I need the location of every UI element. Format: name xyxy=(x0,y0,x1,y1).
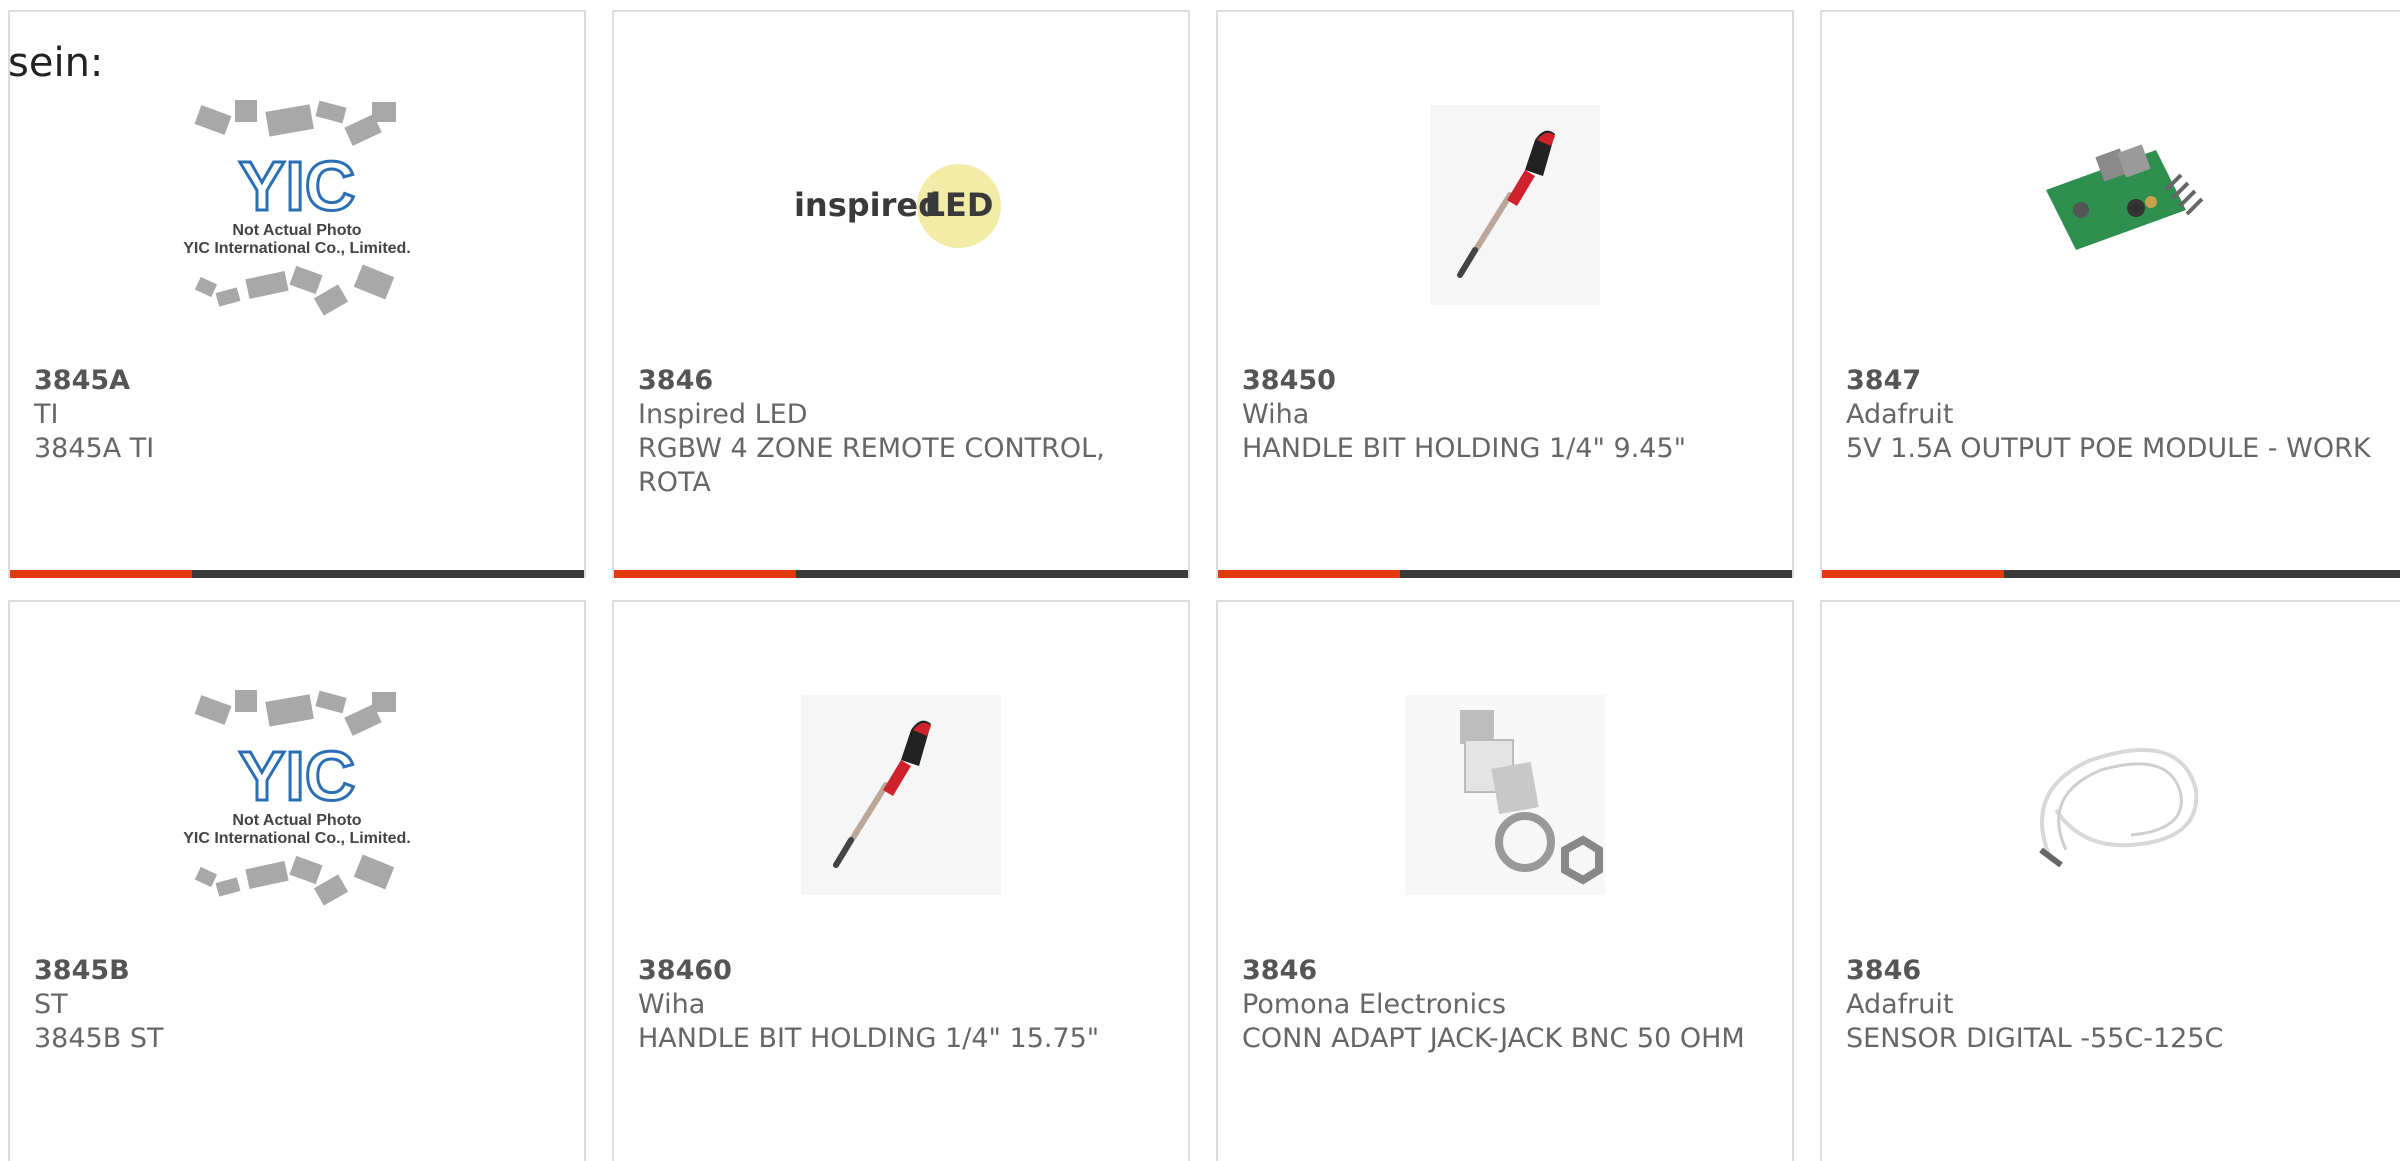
product-info: 3847 Adafruit 5V 1.5A OUTPUT POE MODULE … xyxy=(1846,364,2376,466)
product-card[interactable]: YIC Not Actual Photo YIC International C… xyxy=(8,10,586,578)
page-heading-fragment: sein: xyxy=(8,40,104,86)
svg-text:YIC: YIC xyxy=(239,737,356,815)
product-description: RGBW 4 ZONE REMOTE CONTROL, ROTA xyxy=(638,433,1105,498)
card-footer-bar xyxy=(10,570,584,578)
product-number[interactable]: 3847 xyxy=(1846,364,2376,398)
product-info: 38450 Wiha HANDLE BIT HOLDING 1/4" 9.45" xyxy=(1242,364,1768,466)
product-number[interactable]: 38460 xyxy=(638,954,1164,988)
product-number[interactable]: 3845B xyxy=(34,954,560,988)
product-card[interactable]: 38450 Wiha HANDLE BIT HOLDING 1/4" 9.45" xyxy=(1216,10,1794,578)
product-info: 3846 Inspired LED RGBW 4 ZONE REMOTE CON… xyxy=(638,364,1164,500)
product-info: 3846 Pomona Electronics CONN ADAPT JACK-… xyxy=(1242,954,1768,1056)
product-image-screwdriver xyxy=(1375,90,1635,320)
product-brand: TI xyxy=(34,399,59,430)
product-brand: Wiha xyxy=(638,989,706,1020)
product-brand: Adafruit xyxy=(1846,989,1954,1020)
product-card[interactable]: inspired LED 3846 Inspired LED RGBW 4 ZO… xyxy=(612,10,1190,578)
product-number[interactable]: 3846 xyxy=(1242,954,1768,988)
svg-text:LED: LED xyxy=(925,186,994,224)
product-description: SENSOR DIGITAL -55C-125C xyxy=(1846,1023,2224,1054)
product-number[interactable]: 3846 xyxy=(638,364,1164,398)
product-info: 3845A TI 3845A TI xyxy=(34,364,560,466)
product-image-yic-placeholder: YIC Not Actual Photo YIC International C… xyxy=(167,680,427,910)
card-footer-bar xyxy=(1822,570,2400,578)
product-image-circuit-board xyxy=(1981,90,2241,320)
card-accent-bar xyxy=(1218,570,1400,578)
product-description: 5V 1.5A OUTPUT POE MODULE - WORK xyxy=(1846,433,2371,464)
product-card[interactable]: 38460 Wiha HANDLE BIT HOLDING 1/4" 15.75… xyxy=(612,600,1190,1161)
svg-text:Not Actual Photo: Not Actual Photo xyxy=(232,812,361,829)
product-description: 3845A TI xyxy=(34,433,155,464)
product-brand: ST xyxy=(34,989,68,1020)
product-info: 3846 Adafruit SENSOR DIGITAL -55C-125C xyxy=(1846,954,2376,1056)
product-card[interactable]: YIC Not Actual Photo YIC International C… xyxy=(8,600,586,1161)
svg-text:inspired: inspired xyxy=(794,186,941,224)
product-brand: Adafruit xyxy=(1846,399,1954,430)
product-image-yic-placeholder: YIC Not Actual Photo YIC International C… xyxy=(167,90,427,320)
card-accent-bar xyxy=(1822,570,2004,578)
product-image-bnc-adapter xyxy=(1375,680,1635,910)
product-description: CONN ADAPT JACK-JACK BNC 50 OHM xyxy=(1242,1023,1745,1054)
product-number[interactable]: 38450 xyxy=(1242,364,1768,398)
svg-text:YIC: YIC xyxy=(239,147,356,225)
product-brand: Inspired LED xyxy=(638,399,808,430)
product-number[interactable]: 3845A xyxy=(34,364,560,398)
product-image-inspired-led-logo: inspired LED xyxy=(771,90,1031,320)
product-description: HANDLE BIT HOLDING 1/4" 9.45" xyxy=(1242,433,1687,464)
card-accent-bar xyxy=(10,570,192,578)
svg-text:YIC International Co., Limited: YIC International Co., Limited. xyxy=(183,240,411,257)
product-number[interactable]: 3846 xyxy=(1846,954,2376,988)
svg-text:Not Actual Photo: Not Actual Photo xyxy=(232,222,361,239)
card-accent-bar xyxy=(614,570,796,578)
product-card[interactable]: 3846 Pomona Electronics CONN ADAPT JACK-… xyxy=(1216,600,1794,1161)
product-brand: Wiha xyxy=(1242,399,1310,430)
product-info: 3845B ST 3845B ST xyxy=(34,954,560,1056)
product-card[interactable]: 3846 Adafruit SENSOR DIGITAL -55C-125C xyxy=(1820,600,2400,1161)
product-info: 38460 Wiha HANDLE BIT HOLDING 1/4" 15.75… xyxy=(638,954,1164,1056)
product-brand: Pomona Electronics xyxy=(1242,989,1507,1020)
product-image-screwdriver xyxy=(771,680,1031,910)
product-card[interactable]: 3847 Adafruit 5V 1.5A OUTPUT POE MODULE … xyxy=(1820,10,2400,578)
card-footer-bar xyxy=(614,570,1188,578)
svg-text:YIC International Co., Limited: YIC International Co., Limited. xyxy=(183,830,411,847)
product-description: 3845B ST xyxy=(34,1023,164,1054)
card-footer-bar xyxy=(1218,570,1792,578)
product-description: HANDLE BIT HOLDING 1/4" 15.75" xyxy=(638,1023,1100,1054)
product-image-sensor-cable xyxy=(1981,680,2241,910)
